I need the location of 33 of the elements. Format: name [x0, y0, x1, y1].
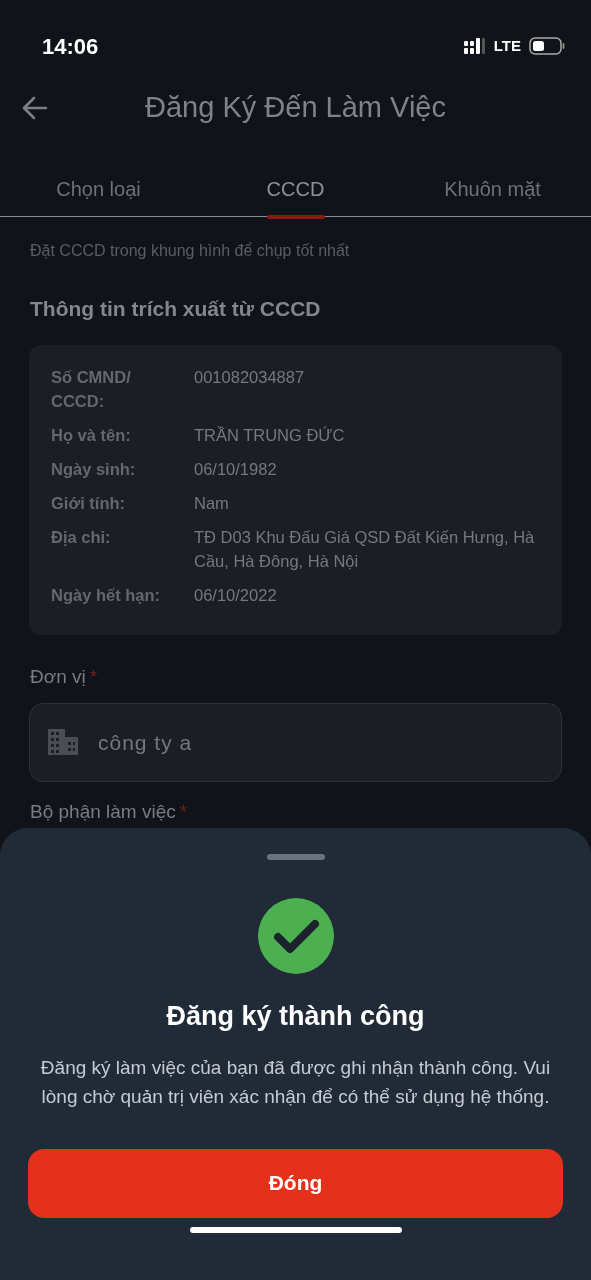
tab[interactable]: Chọn loại: [0, 144, 197, 216]
tab[interactable]: Khuôn mặt: [394, 144, 591, 216]
required-mark: *: [89, 664, 98, 689]
page-title: Đăng Ký Đến Làm Việc: [144, 90, 447, 126]
signal-icon: [463, 38, 486, 54]
tab[interactable]: CCCD: [197, 144, 394, 216]
hint-text: Đặt CCCD trong khung hình để chụp tốt nhất: [29, 241, 351, 261]
success-title: Đăng ký thành công: [166, 1000, 425, 1033]
info-label: Ngày hết hạn:: [51, 584, 162, 606]
info-value: TRẦN TRUNG ĐỨC: [194, 424, 345, 446]
info-value: Nam: [194, 492, 229, 514]
info-value: 06/10/2022: [194, 584, 277, 606]
info-value: 001082034887: [194, 366, 305, 388]
success-message: Đăng ký làm việc của bạn đã được ghi nhận thành công. Vui lòng chờ quản trị viên xác nhận để có thể sử dụng hệ thống.: [39, 1055, 552, 1109]
info-value: TĐ D03 Khu Đấu Giá QSD Đất Kiến Hưng, Hà Cầu, Hà Đông, Hà Nội: [194, 526, 536, 572]
info-value: 06/10/1982: [194, 458, 277, 480]
info-label: Họ và tên:: [51, 424, 132, 446]
network-label: LTE: [493, 35, 521, 56]
info-label: Địa chỉ:: [51, 526, 112, 548]
info-label: Giới tính:: [51, 492, 127, 514]
close-button[interactable]: Đóng: [28, 1148, 563, 1218]
required-mark: *: [179, 800, 188, 824]
info-label: Số CMND/ CCCD:: [51, 366, 132, 412]
battery-icon: [529, 37, 565, 55]
back-icon[interactable]: [22, 96, 48, 120]
info-label: Ngày sinh:: [51, 458, 137, 480]
company-field[interactable]: công ty a: [29, 703, 562, 782]
field-label: Đơn vị: [30, 664, 86, 689]
drag-handle[interactable]: [266, 854, 325, 860]
check-circle-icon: [257, 898, 334, 974]
section-title: Thông tin trích xuất từ CCCD: [29, 296, 322, 322]
status-time: 14:06: [42, 32, 99, 61]
field-label: Bộ phận làm việc: [30, 800, 176, 824]
